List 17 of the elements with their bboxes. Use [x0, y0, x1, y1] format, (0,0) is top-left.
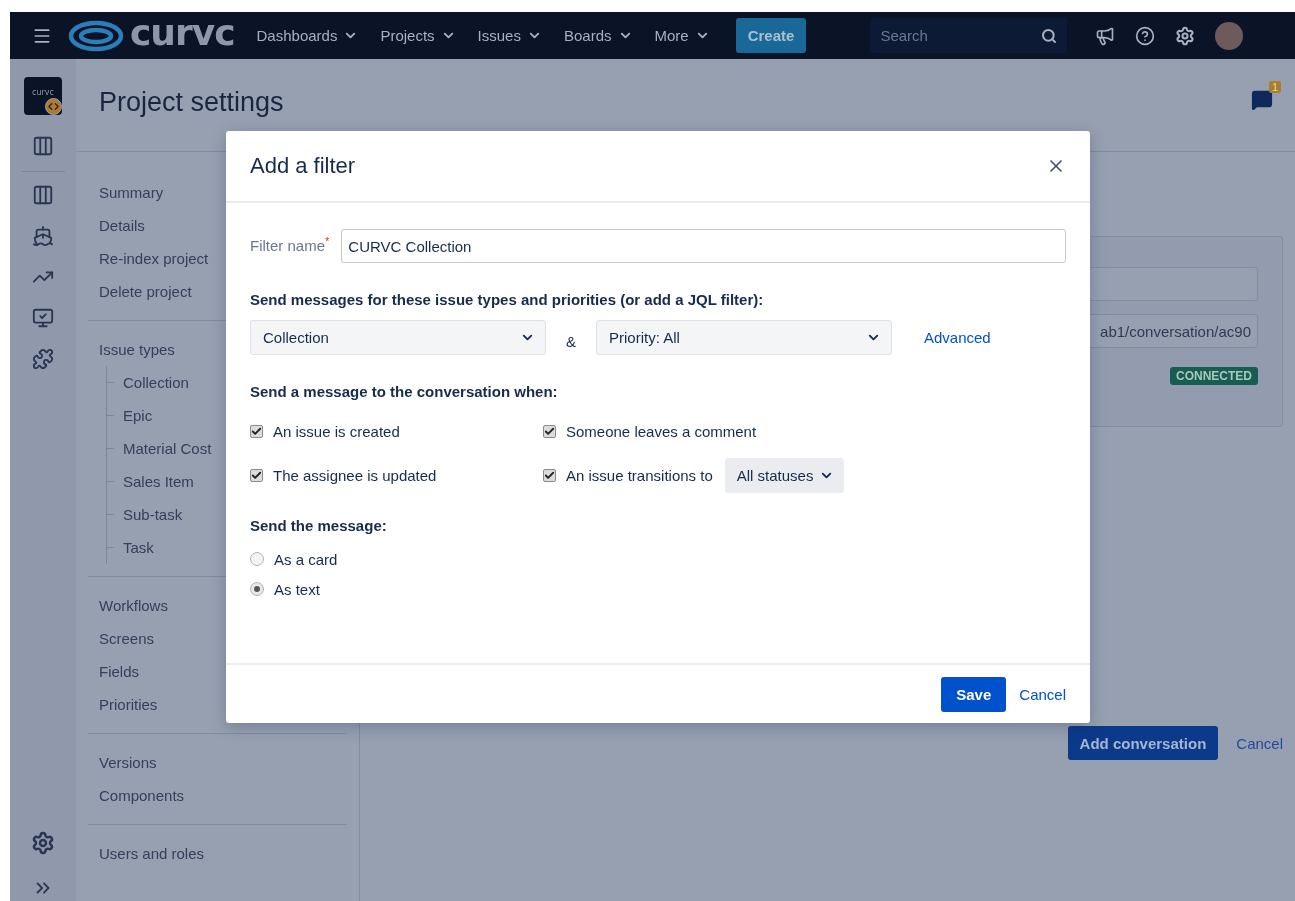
option-label: An issue transitions to: [566, 467, 713, 484]
notification-count: 1: [1268, 81, 1281, 93]
project-logo-text: curvc: [32, 87, 54, 97]
field-label: Filter name$^{*}$: [250, 234, 330, 254]
status-badge: CONNECTED: [1170, 367, 1258, 385]
section-heading: Send a message to the conversation when:: [250, 383, 559, 400]
dialog-title: Add a filter: [250, 153, 356, 179]
option-label: An issue is created: [273, 423, 400, 440]
option-label: Someone leaves a comment: [566, 423, 757, 440]
option-label: As text: [274, 580, 320, 598]
section-heading: Send the message:: [250, 517, 388, 534]
option-label: The assignee is updated: [273, 467, 437, 484]
section-heading: Send messages for these issue types and priorities (or add a JQL filter):: [250, 291, 765, 308]
logo-wordmark: curvc: [130, 14, 235, 51]
option-label: As a card: [274, 550, 338, 568]
joiner-text: &: [565, 333, 577, 350]
page-title: Project settings: [99, 86, 284, 118]
